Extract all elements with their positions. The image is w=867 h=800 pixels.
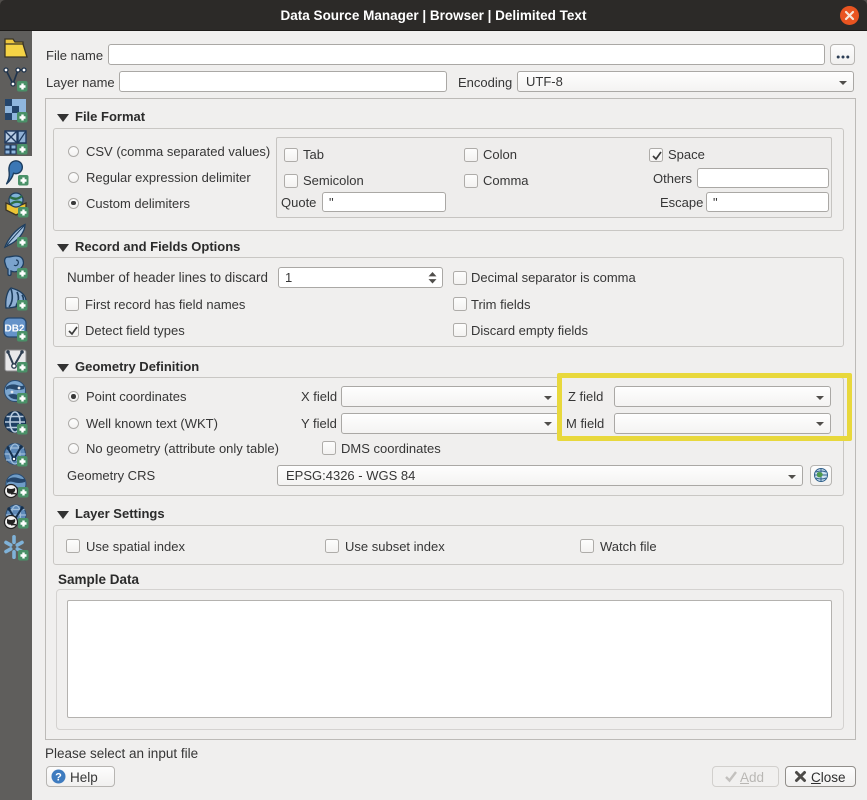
svg-text:?: ? — [55, 772, 62, 784]
